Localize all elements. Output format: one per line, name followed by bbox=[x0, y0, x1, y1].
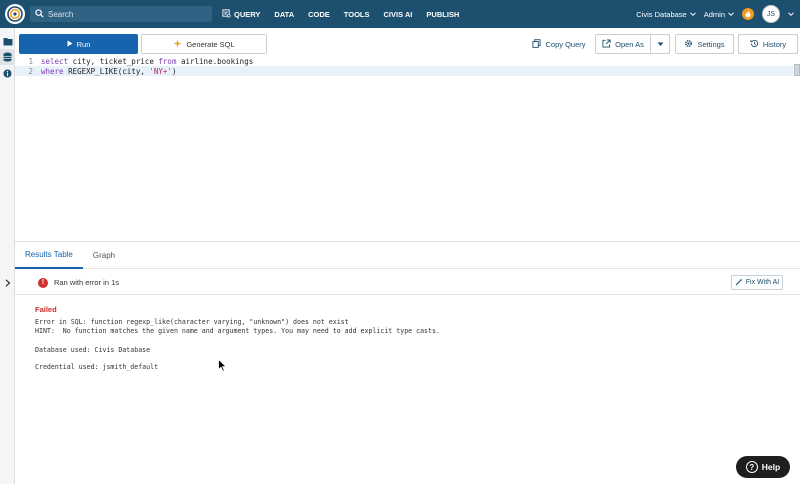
database-icon[interactable] bbox=[0, 49, 15, 65]
line-number: 2 bbox=[28, 66, 33, 76]
civis-logo-icon[interactable] bbox=[2, 1, 28, 27]
notification-icon[interactable] bbox=[742, 8, 754, 20]
nav-item-publish[interactable]: PUBLISH bbox=[426, 10, 459, 19]
search-input[interactable] bbox=[48, 9, 198, 19]
nav-menu: QUERY DATA CODE TOOLS CIVIS AI PUBLISH bbox=[222, 8, 473, 20]
sql-editor[interactable]: 1 select city, ticket_price from airline… bbox=[15, 56, 800, 240]
question-icon: ? bbox=[745, 461, 758, 473]
database-used: Database used: Civis Database bbox=[35, 346, 151, 354]
caret-down-icon bbox=[657, 40, 664, 49]
query-icon bbox=[222, 8, 231, 20]
editor-line[interactable]: 1 select city, ticket_price from airline… bbox=[15, 56, 793, 66]
magic-wand-icon bbox=[735, 278, 743, 288]
tab-results-table[interactable]: Results Table bbox=[15, 242, 83, 269]
chevron-down-icon[interactable] bbox=[788, 10, 794, 19]
mouse-cursor-icon bbox=[218, 358, 228, 374]
line-number: 1 bbox=[28, 56, 33, 66]
external-link-icon bbox=[602, 38, 611, 50]
admin-dropdown[interactable]: Admin bbox=[704, 10, 734, 19]
help-button[interactable]: ? Help bbox=[736, 456, 790, 478]
run-button[interactable]: Run bbox=[19, 34, 138, 54]
query-toolbar: Run Generate SQL Copy Query Open As Sett… bbox=[15, 28, 800, 58]
folder-icon[interactable] bbox=[0, 33, 15, 49]
copy-query-button[interactable]: Copy Query bbox=[529, 34, 589, 54]
left-rail bbox=[0, 28, 15, 484]
run-status: Ran with error in 1s bbox=[54, 278, 120, 287]
error-hint: HINT: No function matches the given name… bbox=[35, 327, 440, 335]
database-dropdown[interactable]: Civis Database bbox=[636, 10, 696, 19]
nav-item-civis-ai[interactable]: CIVIS AI bbox=[384, 10, 413, 19]
search-box[interactable] bbox=[30, 6, 212, 22]
open-as-button[interactable]: Open As bbox=[595, 34, 650, 54]
play-icon bbox=[67, 40, 73, 49]
code-text: select city, ticket_price from airline.b… bbox=[41, 56, 254, 66]
sparkle-icon bbox=[173, 38, 182, 50]
settings-button[interactable]: Settings bbox=[675, 34, 734, 54]
history-icon bbox=[750, 39, 759, 50]
top-nav: QUERY DATA CODE TOOLS CIVIS AI PUBLISH C… bbox=[0, 0, 800, 28]
search-icon bbox=[35, 8, 44, 20]
results-tabs: Results Table Graph bbox=[15, 242, 800, 269]
fix-with-ai-button[interactable]: Fix With AI bbox=[731, 275, 783, 290]
credential-used: Credential used: jsmith_default bbox=[35, 363, 159, 371]
chevron-down-icon bbox=[689, 10, 696, 19]
open-as-dropdown-button[interactable] bbox=[650, 34, 670, 54]
run-status-row: ! Ran with error in 1s Fix With AI bbox=[15, 271, 800, 295]
avatar[interactable]: JS bbox=[762, 5, 780, 23]
gear-icon bbox=[684, 39, 693, 50]
error-icon: ! bbox=[38, 277, 48, 288]
copy-icon bbox=[532, 38, 542, 50]
chevron-right-icon[interactable] bbox=[2, 277, 14, 289]
results-panel: Results Table Graph ! Ran with error in … bbox=[15, 241, 800, 484]
chevron-down-icon bbox=[728, 10, 734, 19]
editor-line-active[interactable]: 2 where REGEXP_LIKE(city, 'NY+') bbox=[15, 66, 793, 76]
generate-sql-button[interactable]: Generate SQL bbox=[141, 34, 267, 54]
info-icon[interactable] bbox=[0, 65, 15, 81]
nav-item-code[interactable]: CODE bbox=[308, 10, 330, 19]
nav-right: Civis Database Admin JS bbox=[636, 0, 794, 28]
code-text: where REGEXP_LIKE(city, 'NY+') bbox=[41, 66, 177, 76]
tab-graph[interactable]: Graph bbox=[83, 242, 125, 269]
nav-item-data[interactable]: DATA bbox=[274, 10, 294, 19]
history-button[interactable]: History bbox=[738, 34, 798, 54]
nav-item-tools[interactable]: TOOLS bbox=[344, 10, 370, 19]
failed-label: Failed bbox=[35, 305, 57, 314]
editor-scrollbar[interactable] bbox=[794, 64, 800, 76]
nav-item-query[interactable]: QUERY bbox=[222, 8, 260, 20]
